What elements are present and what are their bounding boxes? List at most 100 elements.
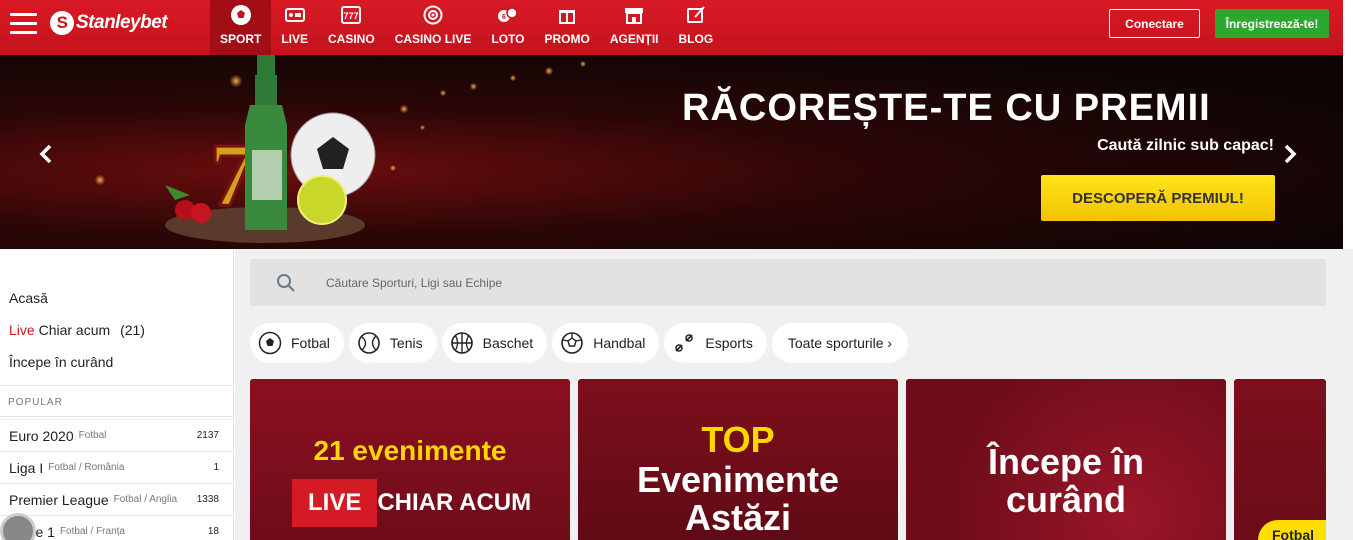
top-header: S Stanleybet SPORT LIVE 777 CASINO CASIN… (0, 0, 1343, 55)
chip-label: Tenis (389, 335, 423, 351)
popular-item-name: Euro 2020 (9, 427, 74, 444)
top-line1: Evenimente (636, 459, 840, 500)
popular-item-sub: Fotbal (78, 430, 107, 441)
live-count: (21) (120, 322, 145, 338)
live-prefix: Live (9, 322, 35, 338)
menu-icon[interactable] (10, 13, 37, 35)
sidebar-item-home[interactable]: Acasă (9, 290, 48, 306)
chip-label: Esports (705, 335, 753, 351)
feature-cards: 21 evenimente LIVE CHIAR ACUM TOP Evenim… (250, 379, 1326, 540)
live-label: Chiar acum (38, 322, 111, 338)
live-text: CHIAR ACUM (377, 489, 532, 516)
nav-agentii-label: AGENȚII (609, 32, 659, 46)
lottery-balls-icon: 6 (497, 4, 519, 26)
top-line2: Astăzi (684, 497, 792, 538)
chip-baschet[interactable]: Baschet (441, 323, 548, 363)
chip-label: Toate sporturile › (787, 335, 893, 351)
chip-fotbal[interactable]: Fotbal (250, 323, 344, 363)
search-input[interactable] (326, 275, 926, 290)
promo-banner[interactable]: 7 RĂCOREȘTE-TE CU PREMII Caută zilnic su… (0, 55, 1343, 249)
card-live-now[interactable]: 21 evenimente LIVE CHIAR ACUM (250, 379, 570, 540)
blog-icon (685, 4, 707, 26)
sport-filter-chips: Fotbal Tenis Baschet Handbal Esports Toa… (250, 323, 913, 363)
chip-label: Baschet (482, 335, 534, 351)
live-tag: LIVE (292, 479, 378, 527)
card-football[interactable]: Fotbal (1234, 379, 1326, 540)
sidebar-divider (0, 385, 234, 386)
popular-item-count: 1338 (196, 494, 219, 505)
chip-handbal[interactable]: Handbal (552, 323, 660, 363)
soon-line2: curând (1005, 479, 1127, 520)
popular-item[interactable]: Liga I Fotbal / România 1 (0, 451, 234, 483)
chevron-left-icon[interactable] (36, 143, 56, 165)
popular-item-name: Premier League (9, 491, 109, 508)
sidebar-item-starting-soon[interactable]: Începe în curând (9, 354, 113, 370)
banner-title: RĂCOREȘTE-TE CU PREMII (682, 87, 1211, 129)
page: S Stanleybet SPORT LIVE 777 CASINO CASIN… (0, 0, 1353, 540)
live-tv-icon (284, 4, 306, 26)
popular-item-sub: Fotbal / Anglia (113, 494, 177, 505)
sidebar-divider (0, 416, 234, 417)
bokeh-light (545, 67, 553, 75)
bokeh-light (510, 75, 516, 81)
popular-heading: POPULAR (8, 397, 63, 408)
sidebar: Acasă Live Chiar acum (21) Începe în cur… (0, 249, 234, 540)
nav-live-label: LIVE (281, 32, 309, 46)
nav-agentii[interactable]: AGENȚII (600, 0, 669, 55)
nav-promo[interactable]: PROMO (535, 0, 600, 55)
popular-item-name: Liga I (9, 459, 44, 476)
chip-all-sports[interactable]: Toate sporturile › (771, 323, 909, 363)
popular-item[interactable]: Euro 2020 Fotbal 2137 (0, 419, 234, 451)
card-starting-soon[interactable]: Începe în curând (906, 379, 1226, 540)
gift-icon (556, 4, 578, 26)
popular-item-count: 1 (213, 462, 219, 473)
bokeh-light (95, 175, 105, 185)
live-now-label: LIVE CHIAR ACUM (292, 479, 531, 527)
bokeh-light (580, 61, 586, 67)
brand-logo[interactable]: S Stanleybet (50, 11, 168, 35)
register-button[interactable]: Înregistrează-te! (1215, 9, 1329, 38)
bokeh-light (420, 125, 425, 130)
nav-casino-live[interactable]: CASINO LIVE (385, 0, 482, 55)
chip-esports[interactable]: Esports (664, 323, 767, 363)
discover-prize-button[interactable]: DESCOPERĂ PREMIUL! (1041, 175, 1275, 221)
nav-loto[interactable]: 6 LOTO (481, 0, 534, 55)
main-content: Fotbal Tenis Baschet Handbal Esports Toa… (235, 249, 1353, 540)
card-background (1234, 379, 1326, 540)
banner-subtitle: Caută zilnic sub capac! (1097, 137, 1274, 154)
football-badge: Fotbal (1258, 520, 1326, 540)
bokeh-light (440, 90, 446, 96)
chip-tenis[interactable]: Tenis (348, 323, 437, 363)
slot-777-icon: 777 (340, 4, 362, 26)
banner-artwork: 7 (165, 55, 376, 243)
gamepad-icon (675, 334, 694, 352)
svg-text:777: 777 (344, 11, 359, 21)
top-label: TOP (701, 419, 775, 460)
sidebar-item-live[interactable]: Live Chiar acum (21) (9, 322, 145, 338)
nav-live[interactable]: LIVE (271, 0, 318, 55)
chip-label: Fotbal (291, 335, 330, 351)
nav-sport[interactable]: SPORT (210, 0, 272, 55)
nav-loto-label: LOTO (491, 32, 525, 46)
search-bar[interactable] (250, 259, 1326, 306)
popular-item-count: 18 (207, 526, 219, 537)
logo-mark-icon: S (50, 11, 74, 35)
live-events-count: 21 evenimente (313, 435, 507, 466)
popular-item[interactable]: Premier League Fotbal / Anglia 1338 (0, 483, 234, 515)
nav-blog[interactable]: BLOG (669, 0, 724, 55)
shop-icon (623, 4, 645, 26)
popular-item-sub: Fotbal / România (48, 462, 125, 473)
nav-casino-label: CASINO (328, 32, 375, 46)
nav-blog-label: BLOG (678, 32, 714, 46)
chevron-right-icon[interactable] (1280, 143, 1300, 165)
card-top-events[interactable]: TOP Evenimente Astăzi (578, 379, 898, 540)
nav-sport-label: SPORT (220, 32, 262, 46)
popular-item-sub: Fotbal / Franța (59, 526, 125, 537)
svg-text:6: 6 (502, 14, 506, 21)
popular-item-count: 2137 (196, 430, 219, 441)
login-button[interactable]: Conectare (1109, 9, 1200, 38)
chip-label: Handbal (593, 335, 646, 351)
search-icon (277, 273, 295, 292)
bokeh-light (470, 83, 477, 90)
nav-casino[interactable]: 777 CASINO (318, 0, 385, 55)
